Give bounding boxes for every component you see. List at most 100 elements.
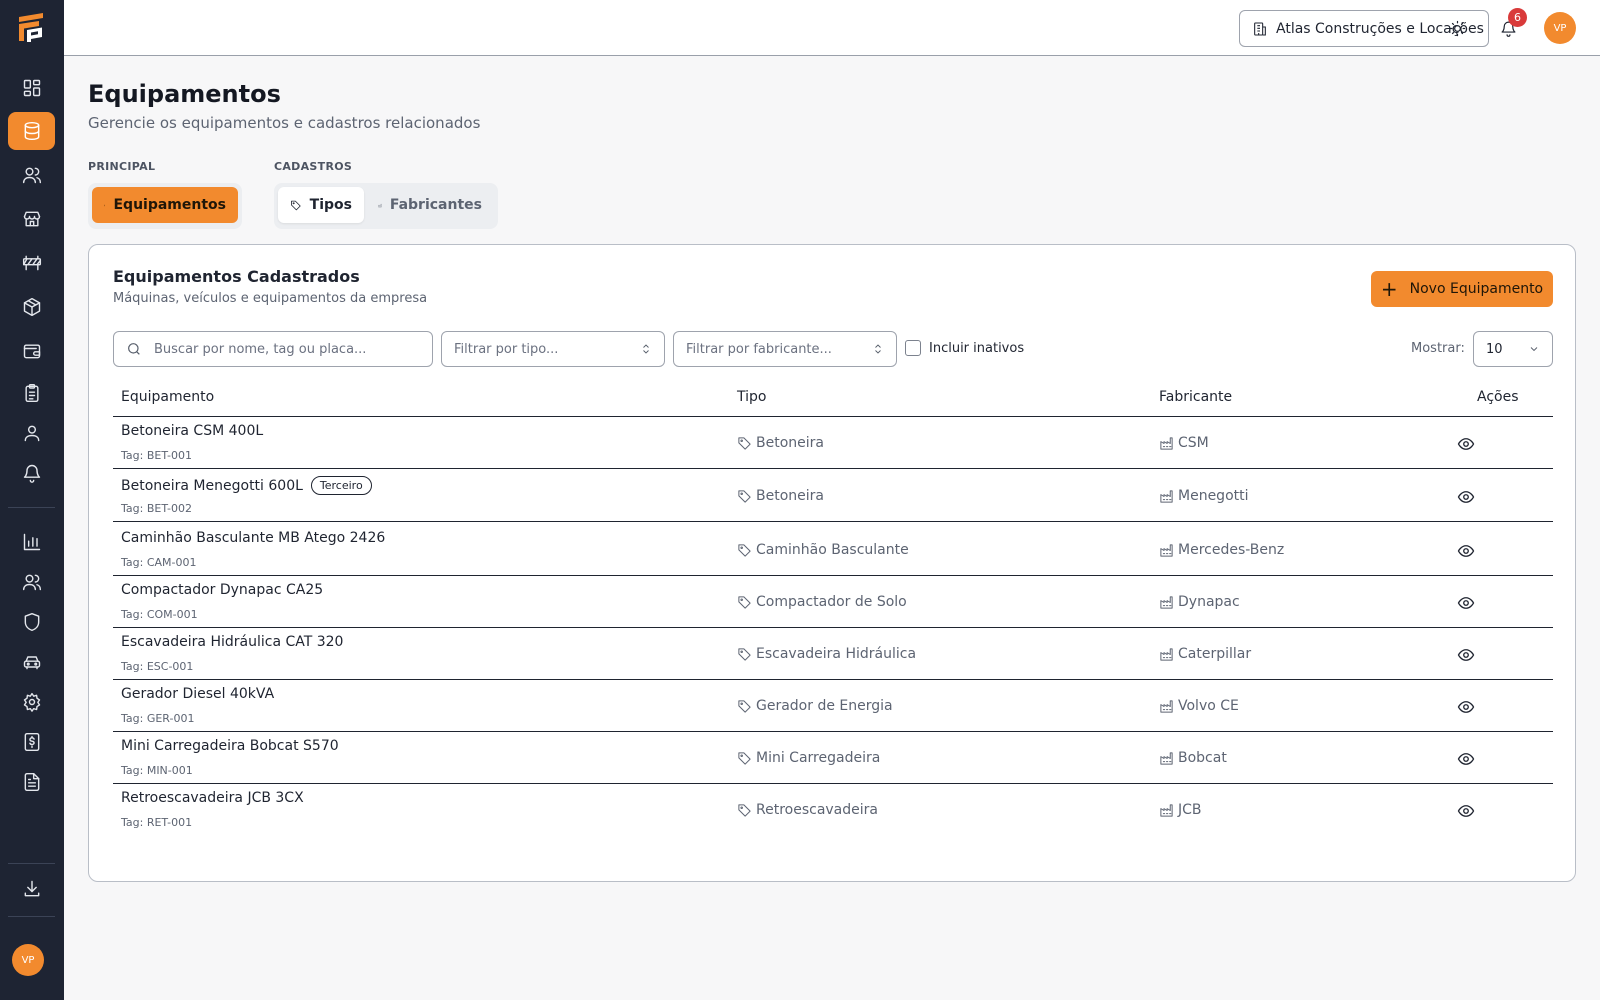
equipment-name-cell: Escavadeira Hidráulica CAT 320: [121, 634, 343, 650]
sidebar-avatar[interactable]: VP: [12, 944, 44, 976]
column-header-fabricante[interactable]: Fabricante: [1159, 389, 1232, 405]
sun-icon: [1449, 20, 1465, 36]
equipment-tag: Tag: BET-002: [121, 502, 192, 515]
manufacturer-filter-select[interactable]: Filtrar por fabricante...: [673, 331, 897, 367]
equipment-name: Betoneira CSM 400L: [121, 423, 264, 439]
settings-icon: [104, 204, 106, 206]
package-icon: [23, 297, 40, 317]
column-header-equipamento[interactable]: Equipamento: [121, 389, 214, 405]
new-equipment-label: Novo Equipamento: [1409, 281, 1544, 297]
sidebar-item-package[interactable]: [8, 288, 55, 326]
equipment-name-cell: Betoneira Menegotti 600L Terceiro: [121, 476, 372, 495]
view-equipment-button[interactable]: [1455, 592, 1477, 614]
table-row[interactable]: Escavadeira Hidráulica CAT 320 Tag: ESC-0…: [113, 628, 1553, 680]
sidebar-item-user[interactable]: [8, 414, 55, 452]
equipment-type: Escavadeira Hidráulica: [756, 646, 917, 662]
sidebar-item-security[interactable]: [8, 603, 55, 641]
search-input[interactable]: [154, 341, 414, 357]
theme-toggle-button[interactable]: [1445, 16, 1469, 40]
sidebar-item-wallet[interactable]: [8, 332, 55, 370]
sidebar-item-vehicles[interactable]: [8, 643, 55, 681]
equipment-type: Caminhão Basculante: [756, 542, 909, 558]
equipment-manufacturer-cell: CSM: [1159, 435, 1209, 451]
sidebar-divider: [8, 863, 55, 864]
sidebar-item-dashboard[interactable]: [8, 69, 55, 107]
table-row[interactable]: Betoneira Menegotti 600L Terceiro Tag: BET…: [113, 470, 1553, 522]
sidebar-item-team[interactable]: [8, 563, 55, 601]
tag-icon: [738, 543, 751, 557]
sidebar-item-obras[interactable]: [8, 244, 55, 282]
bell-icon: [23, 464, 40, 483]
sidebar-item-clipboard[interactable]: [8, 374, 55, 412]
tag-icon: [738, 489, 751, 503]
sidebar-item-notifications[interactable]: [8, 454, 55, 492]
equipment-manufacturer: Caterpillar: [1178, 646, 1252, 662]
sidebar: VP: [0, 0, 64, 1000]
tab-tipos[interactable]: Tipos: [278, 187, 364, 223]
new-equipment-button[interactable]: + Novo Equipamento: [1371, 271, 1553, 307]
table-row[interactable]: Compactador Dynapac CA25 Tag: COM-001 Comp…: [113, 576, 1553, 628]
eye-icon: [1457, 805, 1475, 817]
sidebar-item-download[interactable]: [8, 870, 55, 908]
barrier-icon: [22, 255, 41, 271]
sidebar-item-reports[interactable]: [8, 523, 55, 561]
card-subtitle: Máquinas, veículos e equipamentos da emp…: [113, 291, 428, 306]
type-filter-select[interactable]: Filtrar por tipo...: [441, 331, 665, 367]
user-icon: [24, 425, 39, 442]
sidebar-item-equipamentos[interactable]: [8, 112, 55, 150]
card-title: Equipamentos Cadastrados: [113, 267, 360, 286]
sidebar-item-store[interactable]: [8, 200, 55, 238]
sidebar-item-settings[interactable]: [8, 683, 55, 721]
sidebar-item-finance[interactable]: [8, 723, 55, 761]
users-icon: [22, 167, 41, 184]
equipment-manufacturer: Dynapac: [1178, 594, 1240, 610]
view-equipment-button[interactable]: [1455, 748, 1477, 770]
factory-icon: [1160, 699, 1173, 713]
table-row[interactable]: Betoneira CSM 400L Tag: BET-001 Betoneira C…: [113, 417, 1553, 469]
equipment-name-cell: Gerador Diesel 40kVA: [121, 686, 274, 702]
view-equipment-button[interactable]: [1455, 433, 1477, 455]
table-row[interactable]: Gerador Diesel 40kVA Tag: GER-001 Gerador …: [113, 680, 1553, 732]
equipment-tag: Tag: MIN-001: [121, 764, 193, 777]
table-row[interactable]: Mini Carregadeira Bobcat S570 Tag: MIN-00…: [113, 732, 1553, 784]
equipment-manufacturer: JCB: [1178, 802, 1202, 818]
factory-icon: [1160, 489, 1173, 503]
equipment-name: Caminhão Basculante MB Atego 2426: [121, 530, 386, 546]
view-equipment-button[interactable]: [1455, 696, 1477, 718]
equipment-type-cell: Compactador de Solo: [737, 594, 907, 610]
tab-equipamentos[interactable]: Equipamentos: [92, 187, 238, 223]
eye-icon: [1457, 491, 1475, 503]
page-subtitle: Gerencie os equipamentos e cadastros rel…: [88, 114, 481, 132]
database-icon: [24, 121, 39, 141]
shield-icon: [24, 612, 39, 632]
search-field[interactable]: [113, 331, 433, 367]
sidebar-divider: [8, 916, 55, 917]
view-equipment-button[interactable]: [1455, 644, 1477, 666]
sidebar-item-users[interactable]: [8, 156, 55, 194]
clipboard-icon: [24, 383, 39, 403]
app-logo[interactable]: [15, 11, 49, 45]
equipment-type: Compactador de Solo: [756, 594, 907, 610]
equipment-manufacturer: Mercedes-Benz: [1178, 542, 1285, 558]
chevron-up-down-icon: [875, 344, 881, 354]
table-header: Equipamento Tipo Fabricante Ações: [113, 381, 1553, 417]
page-size-select[interactable]: 10: [1473, 331, 1553, 367]
table-row[interactable]: Caminhão Basculante MB Atego 2426 Tag: CA…: [113, 524, 1553, 576]
equipment-type-cell: Betoneira: [737, 435, 824, 451]
tab-fabricantes[interactable]: Fabricantes: [366, 187, 494, 223]
equipment-manufacturer: Menegotti: [1178, 488, 1249, 504]
view-equipment-button[interactable]: [1455, 540, 1477, 562]
table-row[interactable]: Retroescavadeira JCB 3CX Tag: RET-001 Retr…: [113, 784, 1553, 836]
include-inactive-checkbox[interactable]: [905, 340, 921, 356]
include-inactive-toggle[interactable]: Incluir inativos: [905, 340, 1024, 356]
view-equipment-button[interactable]: [1455, 800, 1477, 822]
tag-icon: [738, 751, 751, 765]
sidebar-item-documents[interactable]: [8, 763, 55, 801]
eye-icon: [1457, 701, 1475, 713]
user-avatar[interactable]: VP: [1544, 12, 1576, 44]
factory-icon: [378, 203, 382, 207]
view-equipment-button[interactable]: [1455, 486, 1477, 508]
equipment-type-cell: Caminhão Basculante: [737, 542, 909, 558]
equipment-name-cell: Retroescavadeira JCB 3CX: [121, 790, 304, 806]
column-header-tipo[interactable]: Tipo: [737, 389, 766, 405]
